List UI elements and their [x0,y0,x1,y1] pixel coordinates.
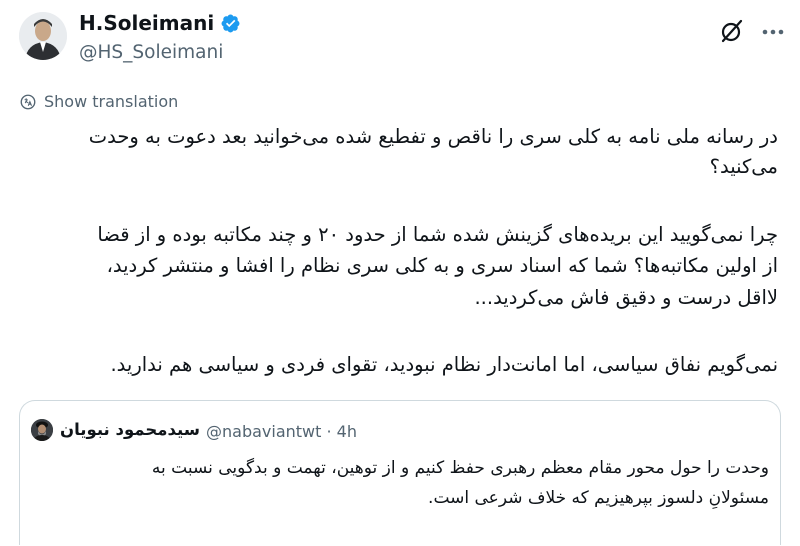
quoted-tweet-text-line: مسئولانِ دلسوز بپرهیزیم که خلاف شرعی است… [428,488,769,508]
quoted-author-avatar[interactable] [31,419,53,441]
quoted-tweet-text-line: وحدت را حول محور مقام معظم رهبری حفظ کنی… [151,458,769,478]
more-dots-icon[interactable] [762,29,784,35]
author-handle[interactable]: @HS_Soleimani [79,42,223,63]
author-name-row[interactable]: H.Soleimani [79,11,241,35]
author-avatar[interactable] [19,12,67,60]
tweet-text-line: در رسانه ملی نامه به کلی سری را ناقص و ت… [88,125,778,148]
tweet-text-line: لااقل درست و دقیق فاش می‌کردید... [474,286,778,309]
quoted-handle-time: @nabaviantwt · 4h [206,422,357,441]
tweet-text-line: نمی‌گویم نفاق سیاسی، اما امانت‌دار نظام … [110,353,778,376]
quoted-tweet-card[interactable]: سیدمحمود نبویان @nabaviantwt · 4h وحدت ر… [19,400,781,545]
quoted-author-name[interactable]: سیدمحمود نبویان [60,420,200,439]
show-translation-link[interactable]: Show translation [19,92,178,111]
grok-slash-icon[interactable] [719,18,745,44]
author-display-name[interactable]: H.Soleimani [79,11,214,35]
verified-badge-icon [221,14,240,32]
tweet-text-line: چرا نمی‌گویید این بریده‌های گزینش شده شم… [97,223,778,246]
show-translation-label[interactable]: Show translation [44,92,178,111]
tweet-text-line: از اولین مکاتبه‌ها؟ شما که اسناد سری و ب… [106,254,778,277]
translate-icon [20,94,36,109]
tweet-text-line: می‌کنید؟ [709,155,778,178]
